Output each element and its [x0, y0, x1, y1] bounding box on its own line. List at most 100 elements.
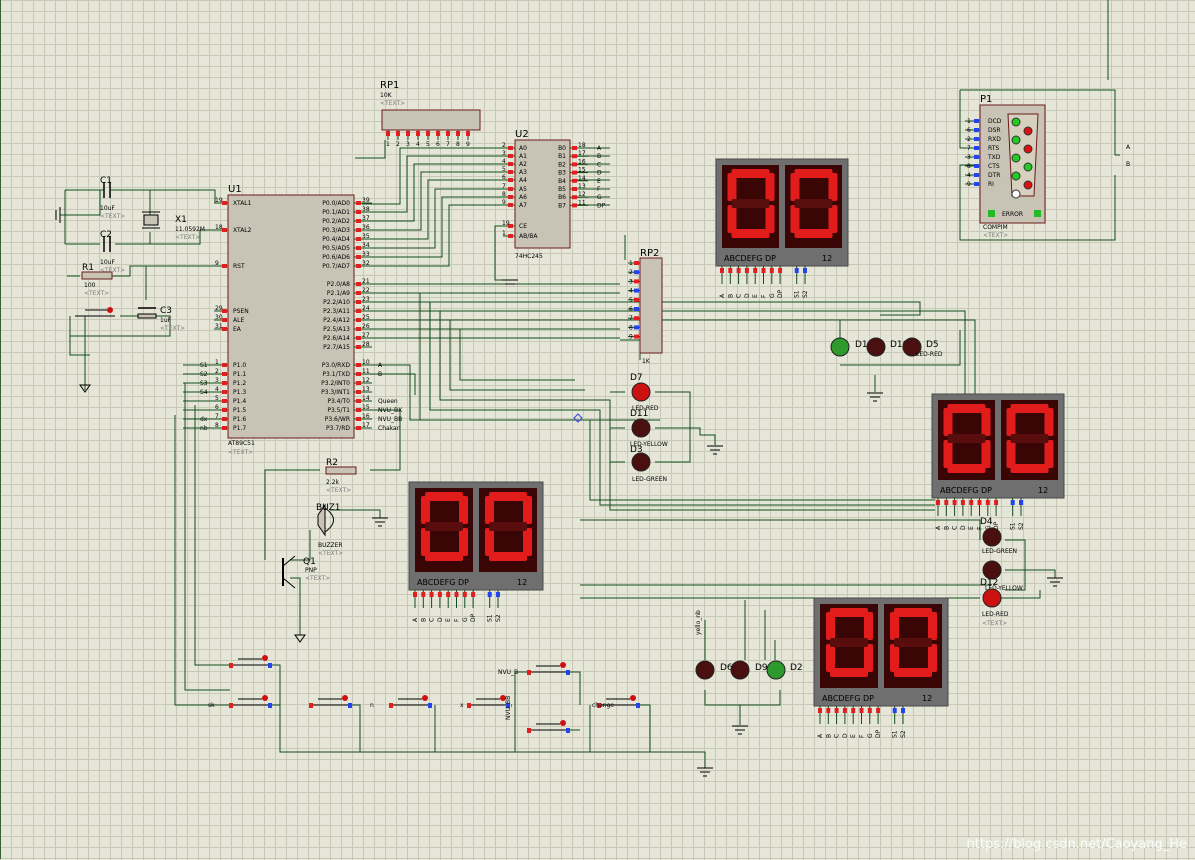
push-switch[interactable] — [309, 695, 352, 708]
p1-pin-number: 6 — [967, 127, 971, 134]
rp1-pin-marker — [466, 131, 470, 136]
u2-ref: U2 — [515, 129, 529, 140]
u2-pin-marker — [572, 178, 577, 183]
u2-part: 74HC245 — [515, 253, 543, 260]
chip-u1[interactable]: U1 AT89C51 <TEXT> 19 XTAL118 XTAL29 RST29 PS… — [183, 184, 402, 456]
led-d1[interactable]: D1 — [830, 337, 868, 357]
resistor-pack-rp2[interactable]: RP2 1K 1 2 3 4 5 6 7 8 9 — [628, 248, 663, 365]
u1-pin-number: 9 — [215, 260, 219, 267]
buz1-text-tag: <TEXT> — [318, 550, 343, 557]
resistor-r2[interactable]: R2 2.2k <TEXT> — [325, 458, 357, 494]
led-d10[interactable]: D10 — [866, 337, 909, 357]
resistor-pack-rp1[interactable]: RP1 10K <TEXT> 123456789 — [380, 80, 481, 148]
display-pin-marker — [867, 708, 872, 713]
display-pin-name: S1 — [487, 614, 494, 622]
u1-pin-name: P3.2/INT0 — [321, 380, 350, 387]
segment-on — [425, 552, 463, 561]
segment-on — [826, 612, 835, 640]
u2-pin-name: A1 — [519, 153, 527, 160]
rp1-pins: 123456789 — [386, 130, 470, 148]
u1-pin-marker — [356, 228, 361, 232]
segment-on — [727, 205, 737, 233]
rp1-pin-number: 3 — [406, 141, 410, 148]
switch-pin-marker — [636, 703, 640, 708]
u2-pin-name: A7 — [519, 202, 527, 209]
led-d2[interactable]: D2 — [766, 660, 803, 680]
transistor-q1[interactable]: Q1 PNP <TEXT> — [282, 555, 330, 589]
led-d3[interactable]: D3 LED-GREEN — [630, 445, 667, 483]
u1-pin-number: 2 — [215, 368, 219, 375]
serial-port-p1[interactable]: P1 COMPIM <TEXT> ERROR 1 DCD 6 DSR 2 RXD 7 RTS 3… — [965, 94, 1131, 239]
segment-on — [794, 169, 833, 178]
push-switch[interactable]: change — [592, 695, 640, 709]
chip-u2[interactable]: U2 74HC245 2 A03 A14 A25 A36 A47 A58 A69 A719 CE1… — [502, 129, 606, 260]
capacitor-c1[interactable]: C1 10uF <TEXT> — [100, 176, 125, 220]
rp2-pin-number: 8 — [629, 324, 633, 331]
led-d8[interactable]: LED-RED <TEXT> — [982, 588, 1009, 627]
u1-pin-marker — [222, 417, 227, 421]
switch-pin-marker — [527, 670, 531, 675]
display-pin-name: G — [867, 733, 874, 738]
rp1-pin-number: 1 — [386, 141, 390, 148]
segment-on — [459, 496, 468, 524]
led-d6[interactable]: D6 yello_nb — [695, 610, 733, 680]
segment-on — [489, 552, 527, 561]
display-pin-marker — [818, 708, 822, 713]
p1-pin-name: RI — [988, 181, 994, 188]
u1-pin-number: 26 — [362, 323, 370, 330]
d7-ref: D7 — [630, 373, 643, 383]
u1-pin-name: P1.4 — [233, 398, 246, 405]
rp2-pin-number: 5 — [629, 297, 633, 304]
segment-on — [981, 408, 991, 436]
push-switch[interactable]: n — [370, 695, 432, 709]
p1-net-a: A — [1126, 144, 1131, 151]
push-switch[interactable] — [527, 720, 570, 733]
display-digit-label: 12 — [822, 254, 832, 263]
buzzer-buz1[interactable]: BUZ1 BUZZER <TEXT> — [316, 503, 343, 557]
push-switch[interactable]: NVU_B — [498, 662, 570, 676]
display-pin-label: ABCDEFG DP — [724, 254, 776, 263]
u1-p3-net-label: Chakan — [378, 425, 401, 432]
capacitor-c2[interactable]: C2 10uF <TEXT> — [100, 230, 125, 274]
reset-button[interactable] — [75, 307, 115, 317]
crystal-x1[interactable]: X1 11.0592M <TEXT> — [142, 211, 205, 241]
u1-pin-number: 21 — [362, 278, 370, 285]
ground-buzzer — [372, 517, 388, 527]
d11-ref: D11 — [630, 409, 648, 419]
u2-pin-name: B5 — [558, 186, 566, 193]
u1-pin-number: 39 — [362, 197, 370, 204]
led-d7[interactable]: D7 LED-RED — [630, 373, 659, 412]
u1-pin-number: 28 — [362, 341, 370, 348]
led-d9[interactable]: D9 — [730, 660, 768, 680]
rp2-pin-marker — [634, 297, 639, 302]
switch-pin-marker — [467, 703, 471, 708]
u1-pin-number: 8 — [215, 422, 219, 429]
rp2-pin-number: 1 — [629, 260, 633, 267]
display-pin-marker — [429, 592, 434, 597]
led-d12[interactable]: D12 LED-YELLOW — [980, 560, 1023, 592]
u1-pin-marker — [356, 282, 361, 286]
segment-on — [790, 205, 800, 233]
rp2-pin-number: 3 — [629, 278, 633, 285]
u2-pin-name: B1 — [558, 153, 566, 160]
u2-pin-marker — [508, 178, 513, 182]
rp1-pin-marker — [396, 131, 400, 136]
c2-value: 10uF — [100, 259, 115, 266]
segment-on — [830, 608, 868, 617]
display-pin-name: B — [943, 526, 950, 530]
u1-pin-name: P0.7/AD7 — [322, 263, 350, 270]
led-d5[interactable]: D5 LED-RED — [902, 337, 943, 358]
push-switch[interactable]: x — [460, 695, 510, 709]
push-switch[interactable]: sk — [208, 695, 272, 709]
u1-pin-number: 33 — [362, 251, 370, 258]
u1-pin-number: 18 — [215, 224, 223, 231]
u1-pin-number: 3 — [215, 377, 219, 384]
rp2-pin-number: 4 — [629, 288, 633, 295]
display-pin-name: E — [850, 734, 857, 738]
u2-pin-number: 7 — [502, 183, 506, 190]
display-pin-name: C — [736, 294, 743, 298]
u2-pin-name: B0 — [558, 145, 566, 152]
push-switch[interactable] — [229, 655, 272, 668]
display-pin-label: ABCDEFG DP — [940, 486, 992, 495]
capacitor-c3[interactable]: C3 1uF <TEXT> — [137, 306, 185, 332]
